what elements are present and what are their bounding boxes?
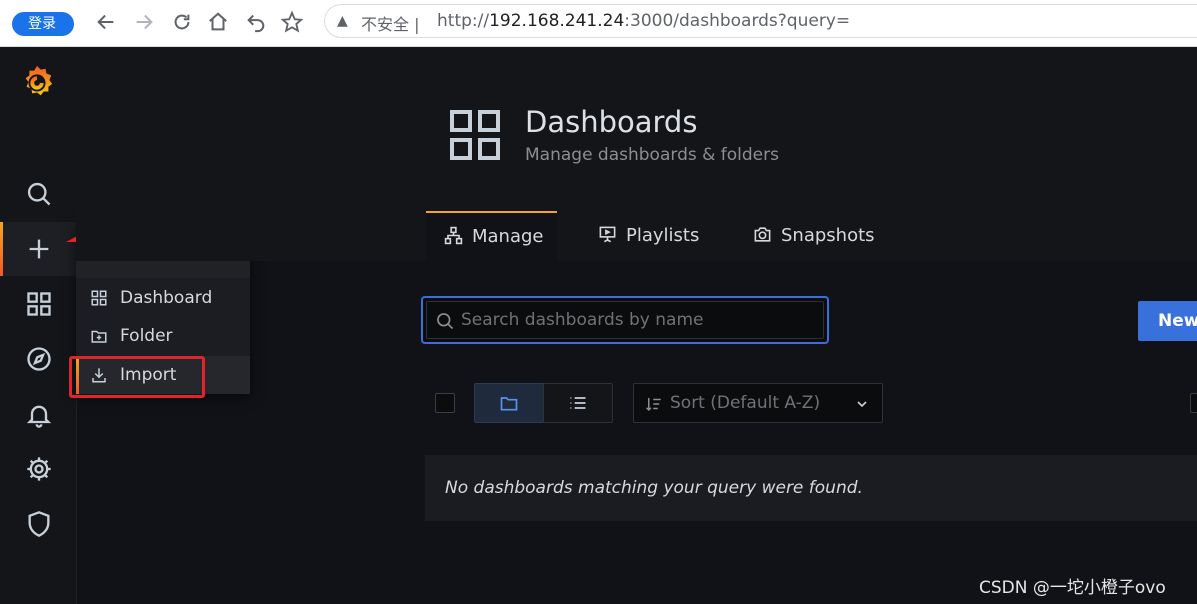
back-icon[interactable]: [92, 8, 120, 36]
sort-select[interactable]: Sort (Default A-Z): [633, 383, 883, 423]
search-field[interactable]: [421, 296, 829, 344]
plus-icon[interactable]: [20, 230, 58, 268]
page-header: Dashboards Manage dashboards & folders M…: [76, 47, 1197, 261]
folder-icon: [500, 397, 518, 411]
tab-playlists[interactable]: Playlists: [598, 211, 699, 261]
sort-icon: [645, 398, 661, 412]
watermark: CSDN @一坨小橙子ovo: [979, 578, 1166, 598]
sitemap-icon: [444, 226, 463, 245]
sort-selected-label: Sort (Default A-Z): [670, 393, 821, 413]
camera-icon: [754, 227, 771, 242]
url-text[interactable]: http://192.168.241.24:3000/dashboards?qu…: [437, 11, 850, 31]
search-icon: [437, 313, 454, 330]
reload-icon[interactable]: [168, 8, 196, 36]
bell-icon[interactable]: [20, 396, 58, 434]
shield-icon[interactable]: [20, 505, 58, 543]
new-button[interactable]: New: [1138, 301, 1197, 341]
tab-manage[interactable]: Manage: [426, 211, 557, 261]
create-folder-item[interactable]: Folder: [76, 317, 250, 355]
compass-icon[interactable]: [20, 340, 58, 378]
list-icon: [570, 397, 586, 409]
create-folder-label: Folder: [120, 326, 173, 346]
login-badge[interactable]: 登录: [12, 0, 74, 36]
browser-toolbar: 登录 ▲ 不安全 | http://192.168.241.24:3000/da…: [0, 0, 1197, 47]
address-bar[interactable]: ▲ 不安全 | http://192.168.241.24:3000/dashb…: [324, 4, 1197, 38]
undo-icon[interactable]: [242, 8, 270, 36]
create-dashboard-label: Dashboard: [120, 288, 213, 308]
tab-manage-label: Manage: [472, 226, 544, 247]
search-icon[interactable]: [20, 175, 58, 213]
dashboards-header-icon: [450, 110, 500, 160]
security-status[interactable]: 不安全 |: [361, 11, 420, 35]
create-dashboard-item[interactable]: Dashboard: [76, 279, 250, 317]
import-highlight-box: [69, 356, 205, 398]
gear-icon[interactable]: [20, 450, 58, 488]
presentation-icon: [599, 226, 616, 243]
apps-grid-icon[interactable]: [20, 285, 58, 323]
list-view-button[interactable]: [543, 383, 613, 423]
grafana-logo[interactable]: [17, 62, 57, 102]
starred-filter-checkbox[interactable]: [1190, 393, 1197, 413]
folder-plus-icon: [91, 330, 107, 343]
search-input[interactable]: [459, 306, 803, 334]
home-icon[interactable]: [204, 8, 232, 36]
page-subtitle: Manage dashboards & folders: [525, 145, 779, 165]
empty-state-message: No dashboards matching your query were f…: [425, 455, 1197, 521]
folder-view-button[interactable]: [474, 383, 544, 423]
forward-icon[interactable]: [130, 8, 158, 36]
tab-snapshots-label: Snapshots: [781, 225, 875, 246]
star-icon[interactable]: [278, 8, 306, 36]
tab-snapshots[interactable]: Snapshots: [753, 211, 875, 261]
page-title: Dashboards: [525, 105, 698, 139]
apps-grid-icon: [91, 290, 107, 306]
active-indicator: [0, 222, 3, 276]
tab-playlists-label: Playlists: [626, 225, 700, 246]
select-all-checkbox[interactable]: [435, 393, 455, 413]
chevron-down-icon: [857, 401, 867, 408]
warning-icon: ▲: [337, 13, 348, 29]
